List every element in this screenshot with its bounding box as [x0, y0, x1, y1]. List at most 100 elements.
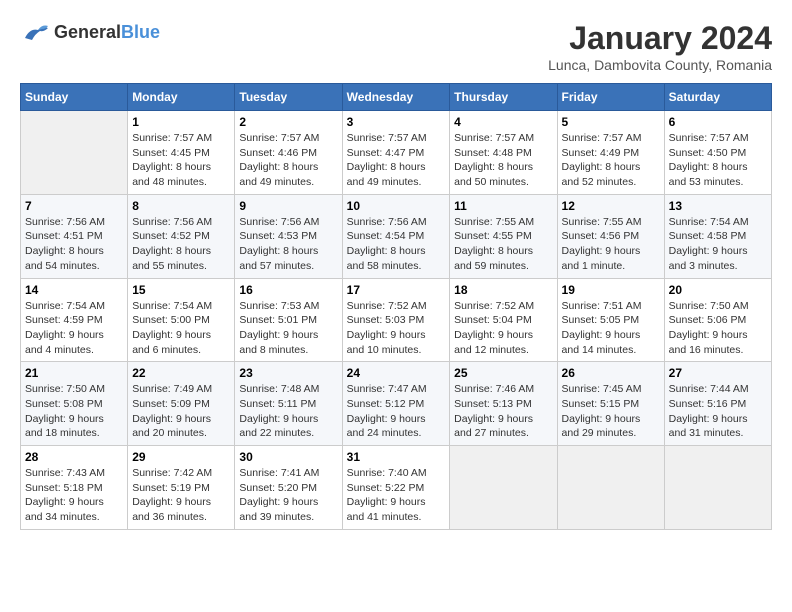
- day-info: Sunrise: 7:52 AMSunset: 5:03 PMDaylight:…: [347, 299, 446, 358]
- calendar-cell: 5 Sunrise: 7:57 AMSunset: 4:49 PMDaylight…: [557, 111, 664, 195]
- calendar-cell: 18 Sunrise: 7:52 AMSunset: 5:04 PMDayligh…: [450, 278, 557, 362]
- day-info: Sunrise: 7:56 AMSunset: 4:53 PMDaylight:…: [239, 215, 337, 274]
- calendar-cell: 3 Sunrise: 7:57 AMSunset: 4:47 PMDaylight…: [342, 111, 450, 195]
- day-info: Sunrise: 7:42 AMSunset: 5:19 PMDaylight:…: [132, 466, 230, 525]
- weekday-header: Sunday: [21, 84, 128, 111]
- day-info: Sunrise: 7:55 AMSunset: 4:56 PMDaylight:…: [562, 215, 660, 274]
- logo-text: GeneralBlue: [54, 22, 160, 43]
- day-info: Sunrise: 7:57 AMSunset: 4:47 PMDaylight:…: [347, 131, 446, 190]
- weekday-header: Tuesday: [235, 84, 342, 111]
- day-info: Sunrise: 7:56 AMSunset: 4:52 PMDaylight:…: [132, 215, 230, 274]
- calendar-cell: 31Sunrise: 7:40 AMSunset: 5:22 PMDayligh…: [342, 446, 450, 530]
- day-number: 5: [562, 115, 660, 129]
- day-number: 3: [347, 115, 446, 129]
- day-number: 20: [669, 283, 767, 297]
- calendar-cell: [664, 446, 771, 530]
- day-info: Sunrise: 7:54 AMSunset: 5:00 PMDaylight:…: [132, 299, 230, 358]
- calendar-cell: 19 Sunrise: 7:51 AMSunset: 5:05 PMDayligh…: [557, 278, 664, 362]
- day-info: Sunrise: 7:49 AMSunset: 5:09 PMDaylight:…: [132, 382, 230, 441]
- day-info: Sunrise: 7:50 AMSunset: 5:06 PMDaylight:…: [669, 299, 767, 358]
- day-number: 11: [454, 199, 552, 213]
- day-info: Sunrise: 7:54 AMSunset: 4:59 PMDaylight:…: [25, 299, 123, 358]
- day-number: 28: [25, 450, 123, 464]
- day-number: 9: [239, 199, 337, 213]
- day-info: Sunrise: 7:56 AMSunset: 4:54 PMDaylight:…: [347, 215, 446, 274]
- calendar-cell: 15 Sunrise: 7:54 AMSunset: 5:00 PMDayligh…: [128, 278, 235, 362]
- day-info: Sunrise: 7:56 AMSunset: 4:51 PMDaylight:…: [25, 215, 123, 274]
- month-year-title: January 2024: [548, 20, 772, 57]
- day-number: 24: [347, 366, 446, 380]
- day-number: 17: [347, 283, 446, 297]
- calendar-cell: 8 Sunrise: 7:56 AMSunset: 4:52 PMDaylight…: [128, 194, 235, 278]
- day-info: Sunrise: 7:52 AMSunset: 5:04 PMDaylight:…: [454, 299, 552, 358]
- calendar-header-row: SundayMondayTuesdayWednesdayThursdayFrid…: [21, 84, 772, 111]
- day-info: Sunrise: 7:57 AMSunset: 4:48 PMDaylight:…: [454, 131, 552, 190]
- logo: GeneralBlue: [20, 20, 160, 44]
- day-info: Sunrise: 7:50 AMSunset: 5:08 PMDaylight:…: [25, 382, 123, 441]
- day-info: Sunrise: 7:55 AMSunset: 4:55 PMDaylight:…: [454, 215, 552, 274]
- calendar-week-row: 1 Sunrise: 7:57 AMSunset: 4:45 PMDaylight…: [21, 111, 772, 195]
- day-number: 25: [454, 366, 552, 380]
- day-info: Sunrise: 7:57 AMSunset: 4:45 PMDaylight:…: [132, 131, 230, 190]
- day-number: 27: [669, 366, 767, 380]
- calendar-cell: 14 Sunrise: 7:54 AMSunset: 4:59 PMDayligh…: [21, 278, 128, 362]
- day-info: Sunrise: 7:57 AMSunset: 4:46 PMDaylight:…: [239, 131, 337, 190]
- weekday-header: Friday: [557, 84, 664, 111]
- day-info: Sunrise: 7:44 AMSunset: 5:16 PMDaylight:…: [669, 382, 767, 441]
- weekday-header: Wednesday: [342, 84, 450, 111]
- calendar-cell: 29 Sunrise: 7:42 AMSunset: 5:19 PMDayligh…: [128, 446, 235, 530]
- day-number: 14: [25, 283, 123, 297]
- day-info: Sunrise: 7:48 AMSunset: 5:11 PMDaylight:…: [239, 382, 337, 441]
- calendar-cell: 13Sunrise: 7:54 AMSunset: 4:58 PMDayligh…: [664, 194, 771, 278]
- day-info: Sunrise: 7:41 AMSunset: 5:20 PMDaylight:…: [239, 466, 337, 525]
- day-number: 4: [454, 115, 552, 129]
- page-header: GeneralBlue January 2024 Lunca, Dambovit…: [20, 20, 772, 73]
- day-number: 29: [132, 450, 230, 464]
- day-info: Sunrise: 7:46 AMSunset: 5:13 PMDaylight:…: [454, 382, 552, 441]
- weekday-header: Saturday: [664, 84, 771, 111]
- day-info: Sunrise: 7:51 AMSunset: 5:05 PMDaylight:…: [562, 299, 660, 358]
- weekday-header: Thursday: [450, 84, 557, 111]
- weekday-header: Monday: [128, 84, 235, 111]
- calendar-cell: 26Sunrise: 7:45 AMSunset: 5:15 PMDayligh…: [557, 362, 664, 446]
- day-number: 26: [562, 366, 660, 380]
- day-number: 2: [239, 115, 337, 129]
- day-number: 19: [562, 283, 660, 297]
- day-number: 8: [132, 199, 230, 213]
- day-number: 7: [25, 199, 123, 213]
- calendar-cell: 30Sunrise: 7:41 AMSunset: 5:20 PMDayligh…: [235, 446, 342, 530]
- location-subtitle: Lunca, Dambovita County, Romania: [548, 57, 772, 73]
- calendar-cell: 6Sunrise: 7:57 AMSunset: 4:50 PMDaylight…: [664, 111, 771, 195]
- logo-icon: [20, 20, 50, 44]
- calendar-cell: 11 Sunrise: 7:55 AMSunset: 4:55 PMDayligh…: [450, 194, 557, 278]
- calendar-cell: 21 Sunrise: 7:50 AMSunset: 5:08 PMDayligh…: [21, 362, 128, 446]
- calendar-week-row: 14 Sunrise: 7:54 AMSunset: 4:59 PMDayligh…: [21, 278, 772, 362]
- day-number: 18: [454, 283, 552, 297]
- calendar-cell: 20 Sunrise: 7:50 AMSunset: 5:06 PMDayligh…: [664, 278, 771, 362]
- day-number: 22: [132, 366, 230, 380]
- calendar-cell: 16Sunrise: 7:53 AMSunset: 5:01 PMDayligh…: [235, 278, 342, 362]
- calendar-cell: 27 Sunrise: 7:44 AMSunset: 5:16 PMDayligh…: [664, 362, 771, 446]
- day-number: 15: [132, 283, 230, 297]
- calendar-cell: 23 Sunrise: 7:48 AMSunset: 5:11 PMDayligh…: [235, 362, 342, 446]
- day-number: 21: [25, 366, 123, 380]
- calendar-cell: 12Sunrise: 7:55 AMSunset: 4:56 PMDayligh…: [557, 194, 664, 278]
- calendar-week-row: 28 Sunrise: 7:43 AMSunset: 5:18 PMDayligh…: [21, 446, 772, 530]
- day-info: Sunrise: 7:40 AMSunset: 5:22 PMDaylight:…: [347, 466, 446, 525]
- day-number: 1: [132, 115, 230, 129]
- day-info: Sunrise: 7:57 AMSunset: 4:49 PMDaylight:…: [562, 131, 660, 190]
- calendar-week-row: 7 Sunrise: 7:56 AMSunset: 4:51 PMDaylight…: [21, 194, 772, 278]
- day-number: 23: [239, 366, 337, 380]
- calendar-cell: 24Sunrise: 7:47 AMSunset: 5:12 PMDayligh…: [342, 362, 450, 446]
- calendar-cell: 7 Sunrise: 7:56 AMSunset: 4:51 PMDaylight…: [21, 194, 128, 278]
- day-number: 10: [347, 199, 446, 213]
- day-info: Sunrise: 7:57 AMSunset: 4:50 PMDaylight:…: [669, 131, 767, 190]
- day-info: Sunrise: 7:43 AMSunset: 5:18 PMDaylight:…: [25, 466, 123, 525]
- calendar-cell: [557, 446, 664, 530]
- calendar-cell: 22 Sunrise: 7:49 AMSunset: 5:09 PMDayligh…: [128, 362, 235, 446]
- calendar-cell: 28 Sunrise: 7:43 AMSunset: 5:18 PMDayligh…: [21, 446, 128, 530]
- calendar-cell: 17 Sunrise: 7:52 AMSunset: 5:03 PMDayligh…: [342, 278, 450, 362]
- calendar-table: SundayMondayTuesdayWednesdayThursdayFrid…: [20, 83, 772, 530]
- calendar-cell: 9 Sunrise: 7:56 AMSunset: 4:53 PMDaylight…: [235, 194, 342, 278]
- calendar-cell: 10 Sunrise: 7:56 AMSunset: 4:54 PMDayligh…: [342, 194, 450, 278]
